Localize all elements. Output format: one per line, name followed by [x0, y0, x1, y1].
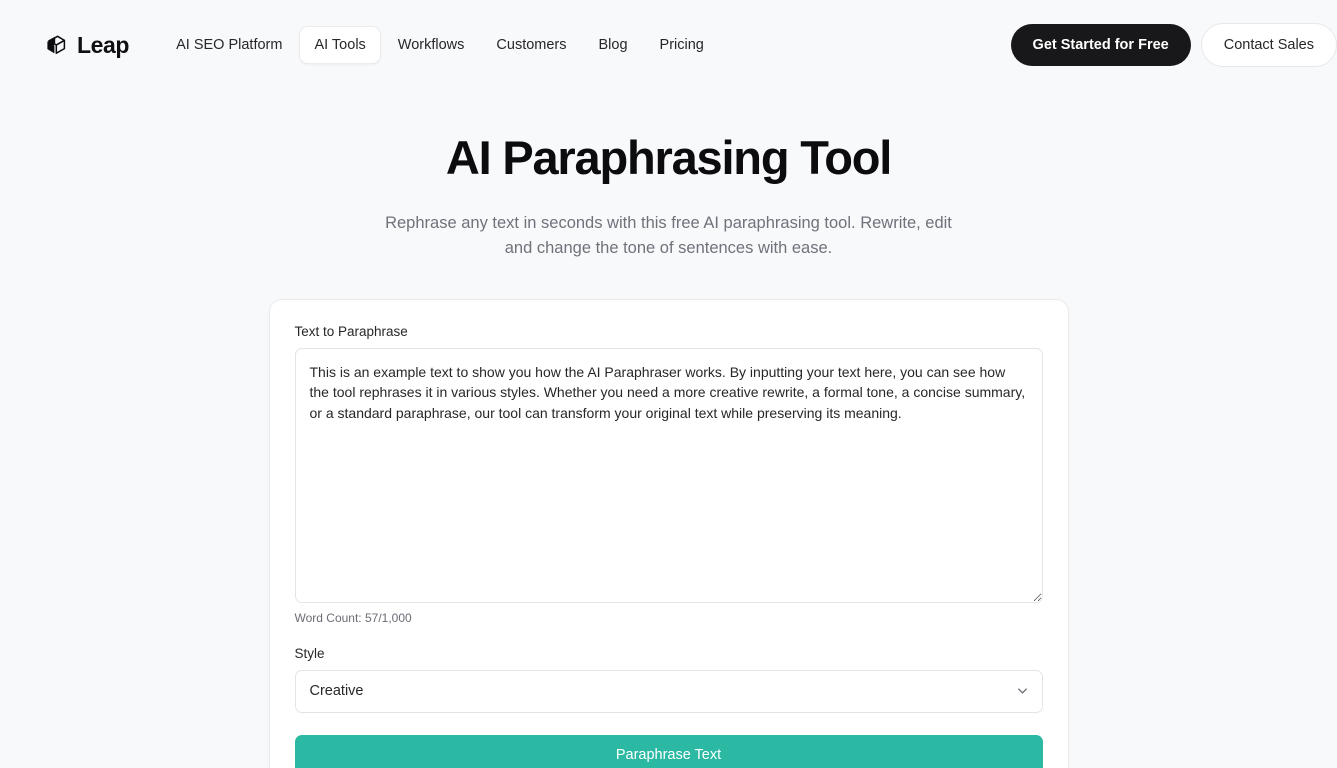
- textarea-label: Text to Paraphrase: [294, 323, 408, 339]
- paraphrase-card: Text to Paraphrase Word Count: 57/1,000 …: [268, 298, 1069, 768]
- site-header: Leap AI SEO Platform AI Tools Workflows …: [0, 0, 1337, 90]
- brand-name: Leap: [77, 31, 130, 58]
- nav-item-customers[interactable]: Customers: [481, 26, 581, 64]
- header-actions: Get Started for Free Contact Sales: [1010, 23, 1337, 67]
- nav-item-workflows[interactable]: Workflows: [383, 26, 480, 64]
- hero-section: AI Paraphrasing Tool Rephrase any text i…: [0, 90, 1337, 262]
- get-started-button[interactable]: Get Started for Free: [1010, 24, 1191, 66]
- main-nav: AI SEO Platform AI Tools Workflows Custo…: [161, 26, 719, 64]
- nav-item-pricing[interactable]: Pricing: [645, 26, 719, 64]
- nav-item-ai-tools[interactable]: AI Tools: [299, 26, 381, 64]
- nav-item-ai-seo-platform[interactable]: AI SEO Platform: [161, 26, 297, 64]
- nav-item-blog[interactable]: Blog: [584, 26, 643, 64]
- text-to-paraphrase-input[interactable]: [294, 347, 1043, 603]
- word-count-label: Word Count: 57/1,000: [294, 610, 412, 625]
- style-field: Style Creative: [294, 645, 1043, 713]
- style-select[interactable]: Creative: [294, 669, 1043, 713]
- page-title: AI Paraphrasing Tool: [445, 131, 892, 184]
- contact-sales-button[interactable]: Contact Sales: [1200, 23, 1337, 67]
- cube-icon: [44, 33, 68, 57]
- brand-logo[interactable]: Leap: [44, 32, 129, 59]
- page-subtitle: Rephrase any text in seconds with this f…: [385, 213, 952, 258]
- style-label: Style: [294, 645, 325, 661]
- paraphrase-text-button[interactable]: Paraphrase Text: [294, 734, 1043, 768]
